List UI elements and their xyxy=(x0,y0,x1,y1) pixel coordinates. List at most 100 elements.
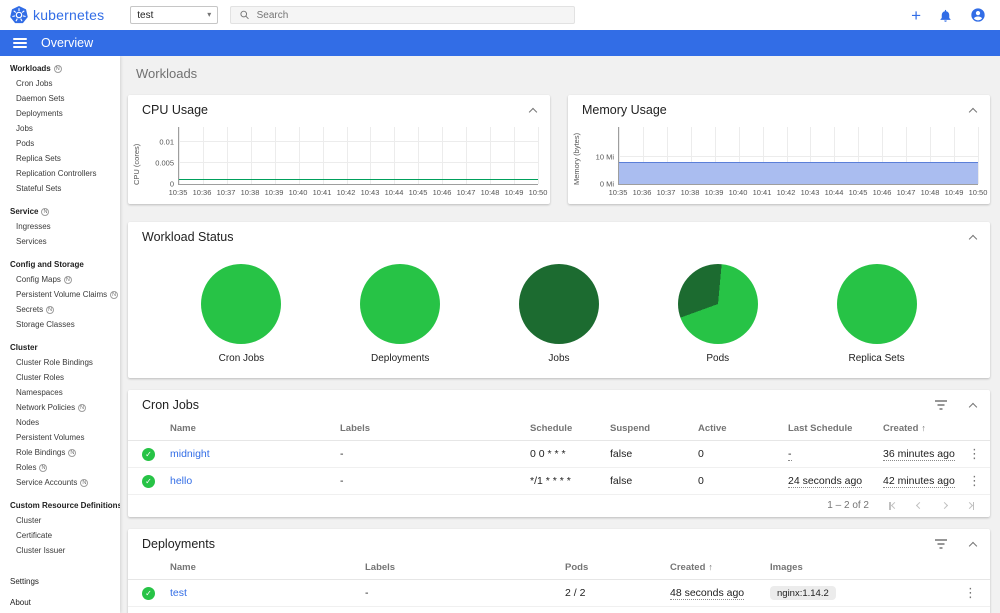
sidebar-item-network-policies[interactable]: Network Policies N xyxy=(0,400,120,415)
sidebar-item-jobs[interactable]: Jobs xyxy=(0,121,120,136)
item-label: Cron Jobs xyxy=(16,79,53,88)
sidebar-item-storage-classes[interactable]: Storage Classes xyxy=(0,317,120,332)
cron-job-link[interactable]: midnight xyxy=(170,448,210,460)
column-header-name[interactable]: Name xyxy=(164,418,334,441)
collapse-chevron-icon[interactable] xyxy=(968,107,978,117)
sidebar-item-role-bindings[interactable]: Role Bindings N xyxy=(0,445,120,460)
x-axis-tick-label: 10:40 xyxy=(288,188,308,197)
sidebar-item-pods[interactable]: Pods xyxy=(0,136,120,151)
sidebar-item-replication-controllers[interactable]: Replication Controllers xyxy=(0,166,120,181)
row-actions-menu-icon[interactable] xyxy=(968,446,981,461)
previous-page-button[interactable] xyxy=(915,501,923,510)
sidebar-item-cron-jobs[interactable]: Cron Jobs xyxy=(0,76,120,91)
sidebar-item-deployments[interactable]: Deployments xyxy=(0,106,120,121)
cron-job-row-midnight[interactable]: midnight - 0 0 * * * false 0 - 36 minute… xyxy=(128,440,990,468)
sidebar-item-config-maps[interactable]: Config Maps N xyxy=(0,272,120,287)
collapse-chevron-icon[interactable] xyxy=(968,402,978,412)
sidebar-item-cluster-role-bindings[interactable]: Cluster Role Bindings xyxy=(0,355,120,370)
sidebar-item-cluster-crd[interactable]: Cluster xyxy=(0,513,120,528)
sidebar-item-persistent-volumes[interactable]: Persistent Volumes xyxy=(0,430,120,445)
column-header-schedule[interactable]: Schedule xyxy=(524,418,604,441)
sidebar-section-config-and-storage[interactable]: Config and Storage xyxy=(0,257,120,272)
collapse-chevron-icon[interactable] xyxy=(968,541,978,551)
gridline xyxy=(226,127,228,184)
gridline xyxy=(370,127,372,184)
deployment-row-test[interactable]: test - 2 / 2 48 seconds ago nginx:1.14.2 xyxy=(128,579,990,607)
sidebar-item-persistent-volume-claims[interactable]: Persistent Volume Claims N xyxy=(0,287,120,302)
sidebar-item-nodes[interactable]: Nodes xyxy=(0,415,120,430)
sidebar-item-replica-sets[interactable]: Replica Sets xyxy=(0,151,120,166)
column-header-pods[interactable]: Pods xyxy=(559,557,664,580)
sidebar-item-daemon-sets[interactable]: Daemon Sets xyxy=(0,91,120,106)
user-account-icon[interactable] xyxy=(970,7,986,23)
brand-home-link[interactable]: kubernetes xyxy=(10,6,104,24)
deployment-link[interactable]: test xyxy=(170,587,187,599)
deployment-row-nginx-deployment[interactable]: nginx-deployment app: nginx 3 / 3 42 min… xyxy=(128,606,990,613)
sidebar-item-cluster-roles[interactable]: Cluster Roles xyxy=(0,370,120,385)
column-header-images[interactable]: Images xyxy=(764,557,958,580)
sidebar-section-workloads[interactable]: Workloads N xyxy=(0,61,120,76)
item-label: Nodes xyxy=(16,418,40,427)
row-actions-menu-icon[interactable] xyxy=(968,473,981,488)
sidebar-item-stateful-sets[interactable]: Stateful Sets xyxy=(0,181,120,196)
x-axis-tick-label: 10:39 xyxy=(264,188,284,197)
sidebar-item-certificate[interactable]: Certificate xyxy=(0,528,120,543)
suspend-cell: false xyxy=(604,440,692,468)
deployments-card: Deployments Name Labels Pods Created Ima… xyxy=(128,529,990,613)
search-input[interactable] xyxy=(256,9,567,21)
sidebar-item-service-accounts[interactable]: Service Accounts N xyxy=(0,475,120,490)
sidebar-item-about[interactable]: About xyxy=(0,595,120,610)
next-page-button[interactable] xyxy=(940,501,948,510)
sidebar-section-custom-resource-definitions[interactable]: Custom Resource Definitions xyxy=(0,498,120,513)
pie-chart[interactable] xyxy=(836,264,917,344)
sort-ascending-icon xyxy=(921,423,926,433)
search-bar[interactable] xyxy=(230,6,576,24)
pie-chart[interactable] xyxy=(360,264,441,344)
column-header-last-schedule[interactable]: Last Schedule xyxy=(782,418,877,441)
sidebar-item-cluster-issuer[interactable]: Cluster Issuer xyxy=(0,543,120,558)
y-axis-label: Memory (bytes) xyxy=(572,132,581,185)
sidebar-item-settings[interactable]: Settings xyxy=(0,574,120,589)
collapse-chevron-icon[interactable] xyxy=(528,107,538,117)
section-label: Service xyxy=(10,207,39,216)
sidebar-item-ingresses[interactable]: Ingresses xyxy=(0,219,120,234)
menu-icon[interactable] xyxy=(13,38,27,48)
pie-chart[interactable] xyxy=(201,264,282,344)
last-page-button[interactable] xyxy=(965,501,974,510)
row-actions-menu-icon[interactable] xyxy=(964,585,977,600)
create-resource-button[interactable] xyxy=(911,7,921,24)
column-header-labels[interactable]: Labels xyxy=(359,557,559,580)
labels-cell: - xyxy=(359,579,559,607)
namespace-selector[interactable]: test xyxy=(130,6,219,24)
column-header-created[interactable]: Created xyxy=(877,418,962,441)
column-header-labels[interactable]: Labels xyxy=(334,418,524,441)
images-cell: nginx:1.14.2 xyxy=(764,579,958,607)
column-header-active[interactable]: Active xyxy=(692,418,782,441)
first-page-button[interactable] xyxy=(889,501,898,510)
filter-icon[interactable] xyxy=(934,400,948,410)
column-header-suspend[interactable]: Suspend xyxy=(604,418,692,441)
item-label: Certificate xyxy=(16,531,53,540)
sidebar-item-secrets[interactable]: Secrets N xyxy=(0,302,120,317)
pie-label: Jobs xyxy=(548,353,570,364)
sidebar-section-cluster[interactable]: Cluster xyxy=(0,340,120,355)
cron-job-row-hello[interactable]: hello - */1 * * * * false 0 24 seconds a… xyxy=(128,467,990,495)
status-success-icon xyxy=(142,474,155,488)
filter-icon[interactable] xyxy=(934,539,948,549)
notifications-bell-icon[interactable] xyxy=(938,8,953,23)
sidebar-item-namespaces[interactable]: Namespaces xyxy=(0,385,120,400)
actions-column xyxy=(962,418,990,441)
gridline xyxy=(514,127,516,184)
collapse-chevron-icon[interactable] xyxy=(968,234,978,244)
sidebar-item-services[interactable]: Services xyxy=(0,234,120,249)
cron-job-link[interactable]: hello xyxy=(170,475,192,487)
sidebar-section-service[interactable]: Service N xyxy=(0,204,120,219)
gridline xyxy=(538,127,539,184)
column-header-created[interactable]: Created xyxy=(664,557,764,580)
sidebar-item-roles[interactable]: Roles N xyxy=(0,460,120,475)
pie-chart[interactable] xyxy=(518,264,599,344)
page-title: Overview xyxy=(41,36,94,50)
pie-chart[interactable] xyxy=(677,264,758,344)
column-header-name[interactable]: Name xyxy=(164,557,359,580)
cron-jobs-card: Cron Jobs Name Labels Schedule Suspend A… xyxy=(128,390,990,517)
